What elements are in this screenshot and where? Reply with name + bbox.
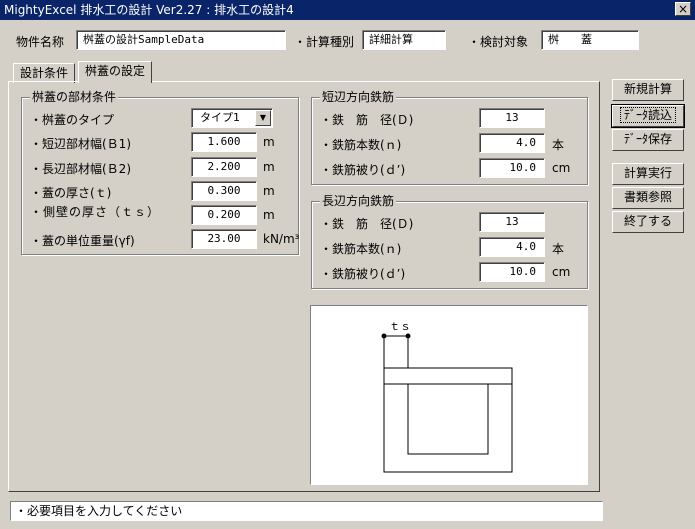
- long-rebar-cover-field[interactable]: 10.0: [479, 262, 545, 282]
- material-group-title: 桝蓋の部材条件: [30, 90, 119, 104]
- form-layer: 桝蓋の部材条件 ・桝蓋のタイプ タイプ1 ▼ ・短辺部材幅(Ｂ1) 1.600 …: [0, 0, 695, 529]
- short-width-label: ・短辺部材幅(Ｂ1): [30, 137, 131, 151]
- short-width-field[interactable]: 1.600: [191, 132, 257, 152]
- long-rebar-count-unit: 本: [552, 242, 565, 256]
- short-rebar-dia-label: ・鉄 筋 径(Ｄ): [320, 113, 414, 127]
- cover-thickness-unit: m: [263, 184, 275, 198]
- cover-type-value: タイプ1: [200, 111, 240, 124]
- short-rebar-cover-field[interactable]: 10.0: [479, 158, 545, 178]
- cross-section-diagram: ｔｓ: [310, 305, 588, 485]
- short-width-unit: m: [263, 135, 275, 149]
- box-walls: [383, 383, 513, 473]
- wall-thickness-unit: m: [263, 208, 275, 222]
- long-rebar-count-field[interactable]: 4.0: [479, 237, 545, 257]
- short-rebar-count-unit: 本: [552, 138, 565, 152]
- wall-thickness-field[interactable]: 0.200: [191, 205, 257, 225]
- short-rebar-count-label: ・鉄筋本数(ｎ): [320, 138, 402, 152]
- cover-slab: [383, 367, 513, 385]
- cross-section-svg: ｔｓ: [381, 320, 513, 473]
- cover-type-label: ・桝蓋のタイプ: [30, 113, 115, 127]
- unit-weight-label: ・蓋の単位重量(γf): [30, 234, 135, 248]
- long-rebar-dia-field[interactable]: 13: [479, 212, 545, 232]
- long-rebar-cover-unit: cm: [552, 265, 571, 279]
- short-rebar-cover-label: ・鉄筋被り(ｄ’): [320, 163, 406, 177]
- cover-thickness-field[interactable]: 0.300: [191, 181, 257, 201]
- cover-thickness-label: ・蓋の厚さ(ｔ): [30, 186, 112, 200]
- wall-thickness-label: ・側壁の厚さ（ｔｓ）: [30, 205, 161, 219]
- short-rebar-cover-unit: cm: [552, 161, 571, 175]
- chevron-down-icon[interactable]: ▼: [255, 110, 271, 126]
- short-rebar-dia-field[interactable]: 13: [479, 108, 545, 128]
- long-width-unit: m: [263, 160, 275, 174]
- short-rebar-count-field[interactable]: 4.0: [479, 133, 545, 153]
- cover-type-select[interactable]: タイプ1 ▼: [191, 108, 273, 128]
- long-rebar-count-label: ・鉄筋本数(ｎ): [320, 242, 402, 256]
- long-rebar-title: 長辺方向鉄筋: [320, 194, 397, 208]
- unit-weight-field[interactable]: 23.00: [191, 229, 257, 249]
- long-width-label: ・長辺部材幅(Ｂ2): [30, 162, 131, 176]
- ts-dimension-label: ｔｓ: [389, 320, 411, 333]
- unit-weight-unit: kN/m³: [263, 232, 300, 246]
- long-rebar-dia-label: ・鉄 筋 径(Ｄ): [320, 217, 414, 231]
- long-rebar-cover-label: ・鉄筋被り(ｄ’): [320, 267, 406, 281]
- short-rebar-title: 短辺方向鉄筋: [320, 90, 397, 104]
- long-width-field[interactable]: 2.200: [191, 157, 257, 177]
